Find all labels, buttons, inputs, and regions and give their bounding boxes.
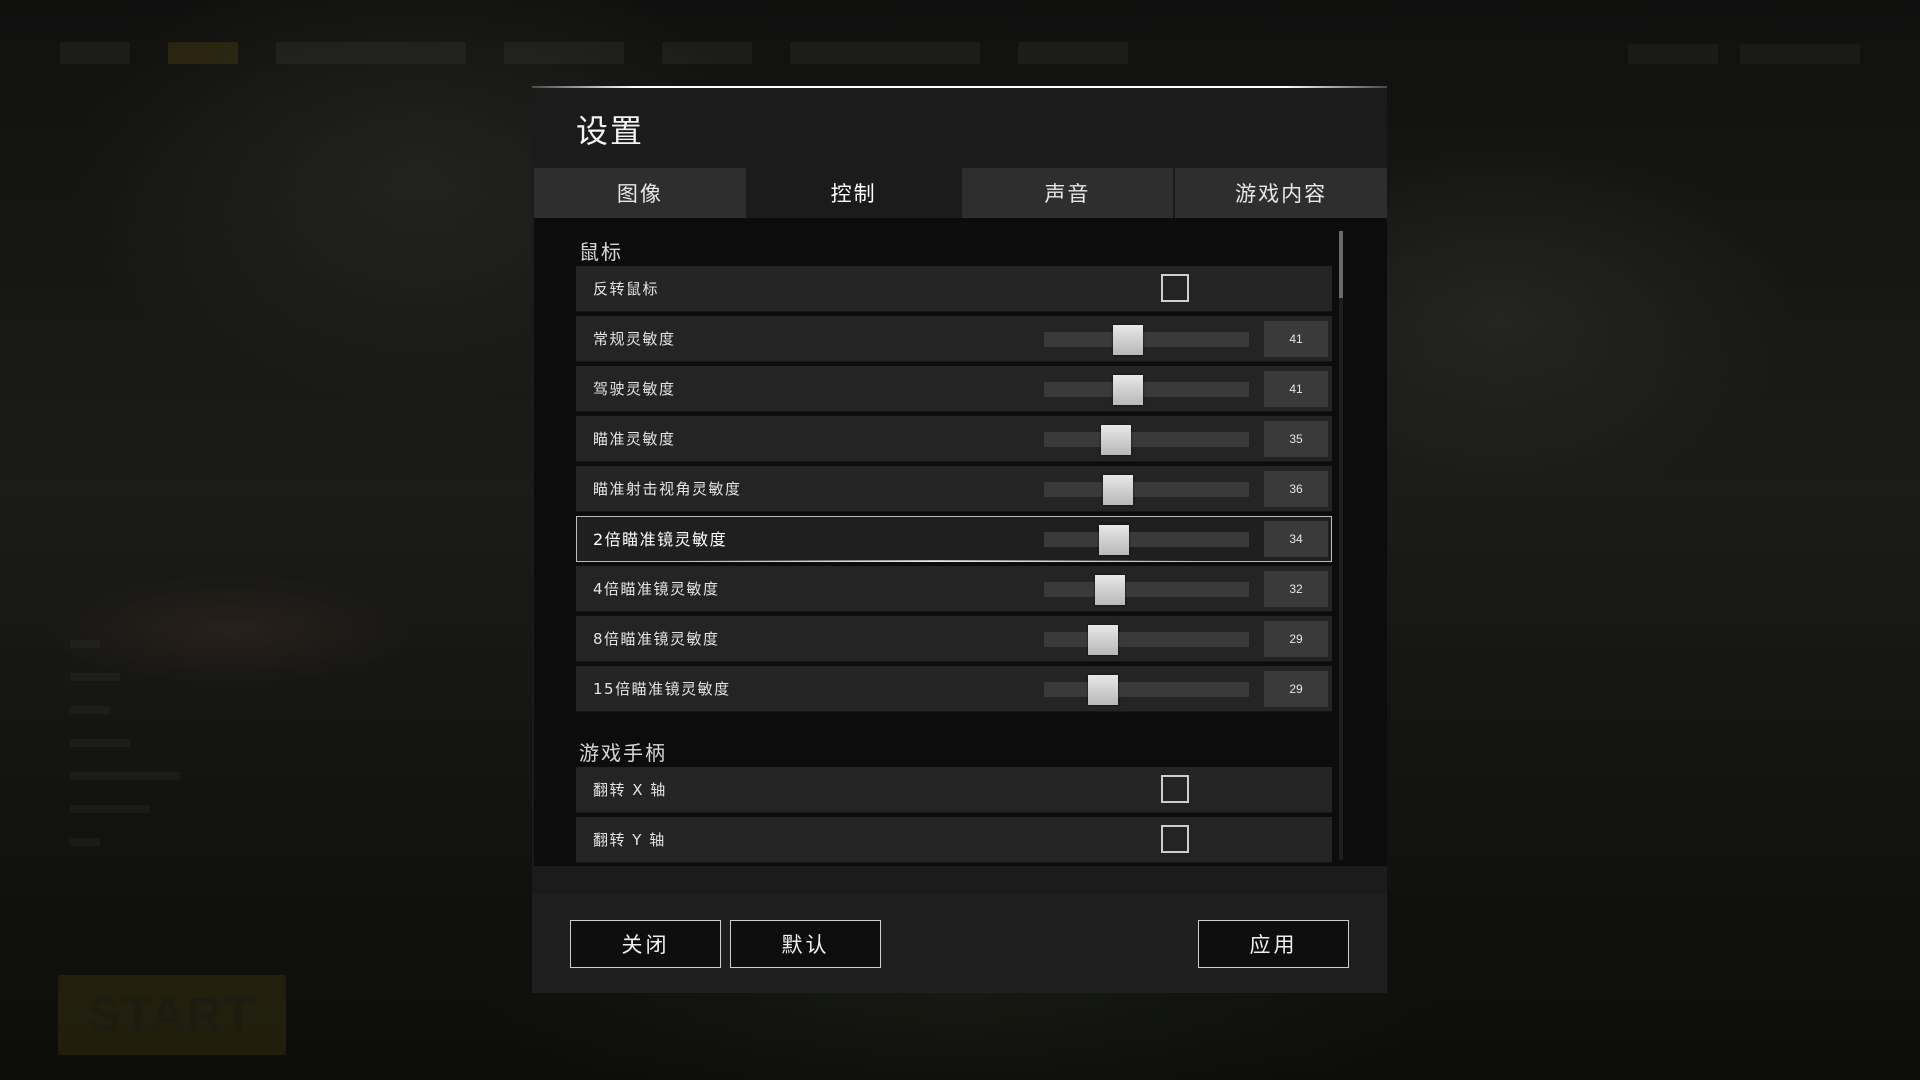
slider-value-field[interactable]: 32 xyxy=(1264,571,1328,607)
slider-value-field[interactable]: 34 xyxy=(1264,521,1328,557)
slider-value-field[interactable]: 41 xyxy=(1264,371,1328,407)
setting-label: 2倍瞄准镜灵敏度 xyxy=(593,530,728,549)
slider-value-field[interactable]: 29 xyxy=(1264,621,1328,657)
slider-value-field[interactable]: 29 xyxy=(1264,671,1328,707)
sensitivity-slider[interactable] xyxy=(1044,525,1249,555)
slider-thumb[interactable] xyxy=(1088,625,1119,655)
vertical-scrollbar[interactable] xyxy=(1339,231,1343,860)
slider-value-field[interactable]: 35 xyxy=(1264,421,1328,457)
slider-thumb[interactable] xyxy=(1098,525,1129,555)
setting-row-invert-x: 翻转 X 轴 xyxy=(576,767,1332,813)
tab-graphics[interactable]: 图像 xyxy=(534,168,746,219)
modal-title: 设置 xyxy=(576,112,645,150)
tab-controls[interactable]: 控制 xyxy=(747,168,960,218)
slider-thumb[interactable] xyxy=(1113,375,1144,405)
tab-sound[interactable]: 声音 xyxy=(961,168,1174,219)
row-highlight-glow xyxy=(677,560,1197,562)
setting-row-slider: 15倍瞄准镜灵敏度 29 xyxy=(576,666,1332,712)
setting-label: 常规灵敏度 xyxy=(593,330,676,348)
setting-label: 反转鼠标 xyxy=(593,280,660,298)
setting-row-slider: 瞄准射击视角灵敏度 36 xyxy=(576,466,1332,512)
section-title-mouse: 鼠标 xyxy=(579,240,623,264)
sensitivity-slider[interactable] xyxy=(1044,325,1249,355)
setting-row-invert-mouse: 反转鼠标 xyxy=(576,266,1332,312)
setting-label: 翻转 Y 轴 xyxy=(593,831,666,849)
setting-label: 瞄准灵敏度 xyxy=(593,430,676,448)
invert-mouse-checkbox[interactable] xyxy=(1161,274,1189,302)
sensitivity-slider[interactable] xyxy=(1044,425,1249,455)
setting-label: 驾驶灵敏度 xyxy=(593,380,676,398)
setting-row-slider: 8倍瞄准镜灵敏度 29 xyxy=(576,616,1332,662)
setting-row-slider-selected: 2倍瞄准镜灵敏度 34 xyxy=(576,516,1332,562)
setting-row-slider: 4倍瞄准镜灵敏度 32 xyxy=(576,566,1332,612)
setting-label: 瞄准射击视角灵敏度 xyxy=(593,480,742,498)
setting-row-slider: 常规灵敏度 41 xyxy=(576,316,1332,362)
tab-gameplay[interactable]: 游戏内容 xyxy=(1175,168,1387,219)
sensitivity-slider[interactable] xyxy=(1044,575,1249,605)
setting-row-slider: 瞄准灵敏度 35 xyxy=(576,416,1332,462)
sensitivity-slider[interactable] xyxy=(1044,675,1249,705)
invert-x-checkbox[interactable] xyxy=(1161,775,1189,803)
settings-tabs: 图像 控制 声音 游戏内容 xyxy=(534,168,1387,219)
setting-label: 翻转 X 轴 xyxy=(593,781,667,799)
setting-label: 8倍瞄准镜灵敏度 xyxy=(593,630,720,648)
slider-value-field[interactable]: 36 xyxy=(1264,471,1328,507)
setting-label: 15倍瞄准镜灵敏度 xyxy=(593,680,731,698)
modal-footer: 关闭 默认 应用 xyxy=(532,894,1387,993)
slider-thumb[interactable] xyxy=(1088,675,1119,705)
settings-modal: 设置 图像 控制 声音 游戏内容 鼠标 反转鼠标 常规灵敏度 41 驾驶灵敏度 xyxy=(532,86,1387,993)
slider-thumb[interactable] xyxy=(1113,325,1144,355)
setting-row-invert-y: 翻转 Y 轴 xyxy=(576,817,1332,863)
slider-thumb[interactable] xyxy=(1102,475,1133,505)
modal-top-border xyxy=(532,86,1387,88)
slider-value-field[interactable]: 41 xyxy=(1264,321,1328,357)
sensitivity-slider[interactable] xyxy=(1044,475,1249,505)
sensitivity-slider[interactable] xyxy=(1044,375,1249,405)
setting-row-slider: 驾驶灵敏度 41 xyxy=(576,366,1332,412)
invert-y-checkbox[interactable] xyxy=(1161,825,1189,853)
setting-label: 4倍瞄准镜灵敏度 xyxy=(593,580,720,598)
apply-button[interactable]: 应用 xyxy=(1198,920,1349,968)
sensitivity-slider[interactable] xyxy=(1044,625,1249,655)
scrollbar-thumb[interactable] xyxy=(1339,231,1343,298)
section-title-gamepad: 游戏手柄 xyxy=(579,741,667,765)
slider-thumb[interactable] xyxy=(1100,425,1131,455)
default-button[interactable]: 默认 xyxy=(730,920,881,968)
close-button[interactable]: 关闭 xyxy=(570,920,721,968)
settings-scroll-panel[interactable]: 鼠标 反转鼠标 常规灵敏度 41 驾驶灵敏度 41 瞄准灵敏度 35 瞄准射击视… xyxy=(534,218,1387,866)
slider-thumb[interactable] xyxy=(1094,575,1125,605)
